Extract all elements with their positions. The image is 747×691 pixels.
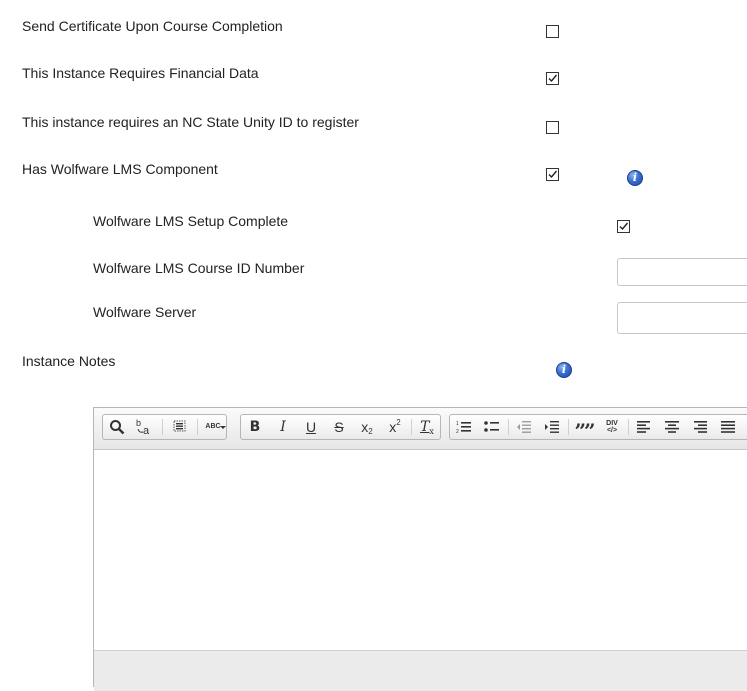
- remove-format-icon: T: [420, 419, 430, 435]
- replace-button[interactable]: ba: [131, 415, 157, 439]
- strikethrough-button[interactable]: S: [326, 415, 352, 439]
- wolfware-label: Has Wolfware LMS Component: [22, 161, 218, 177]
- outdent-button[interactable]: [511, 415, 537, 439]
- replace-icon: ba: [136, 418, 150, 436]
- div-icon: DIV: [606, 420, 618, 427]
- wolfware-server-field[interactable]: [617, 302, 747, 334]
- financial-data-checkbox[interactable]: [546, 72, 559, 85]
- send-certificate-checkbox[interactable]: [546, 25, 559, 38]
- toolbar-group-editing: ba ABC: [102, 414, 227, 440]
- subscript-button[interactable]: x2: [354, 415, 380, 439]
- indent-icon: [545, 421, 559, 433]
- toolbar-separator: [411, 419, 412, 435]
- wolfware-setup-checkbox[interactable]: [617, 220, 630, 233]
- checkmark-icon: [619, 222, 629, 231]
- wolfware-checkbox[interactable]: [546, 168, 559, 181]
- unity-id-label: This instance requires an NC State Unity…: [22, 114, 359, 130]
- toolbar-group-paragraph: 12 ”” DIV </>: [449, 414, 747, 443]
- superscript-button[interactable]: x2: [382, 415, 408, 439]
- create-div-button[interactable]: DIV </>: [599, 415, 625, 439]
- indent-button[interactable]: [539, 415, 565, 439]
- wolfware-course-id-label: Wolfware LMS Course ID Number: [93, 260, 305, 276]
- numbered-list-icon: 12: [456, 421, 471, 434]
- toolbar-separator: [508, 419, 509, 435]
- align-right-icon: [694, 421, 707, 433]
- bold-button[interactable]: B: [242, 415, 268, 439]
- send-certificate-label: Send Certificate Upon Course Completion: [22, 18, 283, 34]
- toolbar-separator: [628, 419, 629, 435]
- italic-button[interactable]: I: [270, 415, 296, 439]
- subscript-icon: x: [361, 419, 369, 435]
- align-left-button[interactable]: [631, 415, 657, 439]
- wolfware-course-id-field[interactable]: [617, 258, 747, 286]
- instance-notes-info-icon[interactable]: i: [556, 362, 572, 378]
- outdent-icon: [517, 421, 531, 433]
- numbered-list-button[interactable]: 12: [451, 415, 477, 439]
- svg-text:a: a: [143, 425, 150, 436]
- search-icon: [110, 420, 125, 435]
- checkmark-icon: [548, 74, 558, 83]
- instance-notes-label: Instance Notes: [22, 353, 116, 369]
- underline-button[interactable]: U: [298, 415, 324, 439]
- blockquote-button[interactable]: ””: [571, 415, 597, 443]
- editor-content-area[interactable]: [94, 450, 747, 650]
- unity-id-checkbox[interactable]: [546, 121, 559, 134]
- select-all-button[interactable]: [167, 415, 193, 439]
- remove-format-button[interactable]: Tx: [414, 415, 440, 439]
- blockquote-icon: ””: [574, 419, 595, 443]
- checkmark-icon: [548, 170, 558, 179]
- svg-text:2: 2: [456, 429, 459, 434]
- instance-notes-editor: ba ABC B I U S x2 x2 Tx 1 2 ”” DIV </>: [93, 407, 747, 691]
- spellcheck-icon: ABC: [205, 423, 221, 430]
- financial-data-label: This Instance Requires Financial Data: [22, 65, 259, 81]
- align-right-button[interactable]: [687, 415, 713, 439]
- toolbar-separator: [197, 419, 198, 435]
- bulleted-list-icon: [484, 421, 499, 432]
- align-justify-button[interactable]: [715, 415, 741, 439]
- wolfware-server-label: Wolfware Server: [93, 304, 197, 320]
- toolbar-separator: [568, 419, 569, 435]
- svg-text:1: 1: [456, 421, 459, 427]
- editor-status-bar: [94, 650, 747, 691]
- align-center-icon: [665, 421, 679, 433]
- spellcheck-button[interactable]: ABC: [200, 415, 226, 439]
- find-button[interactable]: [104, 415, 130, 439]
- select-all-icon: [173, 420, 186, 432]
- toolbar-separator: [162, 419, 163, 435]
- chevron-down-icon: [220, 426, 226, 429]
- bulleted-list-button[interactable]: [479, 415, 505, 439]
- wolfware-setup-label: Wolfware LMS Setup Complete: [93, 213, 289, 229]
- wolfware-info-icon[interactable]: i: [627, 170, 643, 186]
- align-left-icon: [637, 421, 650, 433]
- toolbar-group-basic-styles: B I U S x2 x2 Tx: [240, 414, 441, 440]
- editor-toolbar: ba ABC B I U S x2 x2 Tx 1 2 ”” DIV </>: [94, 408, 747, 450]
- align-justify-icon: [721, 421, 735, 433]
- align-center-button[interactable]: [659, 415, 685, 439]
- superscript-icon: x: [389, 419, 397, 435]
- svg-text:b: b: [136, 418, 141, 428]
